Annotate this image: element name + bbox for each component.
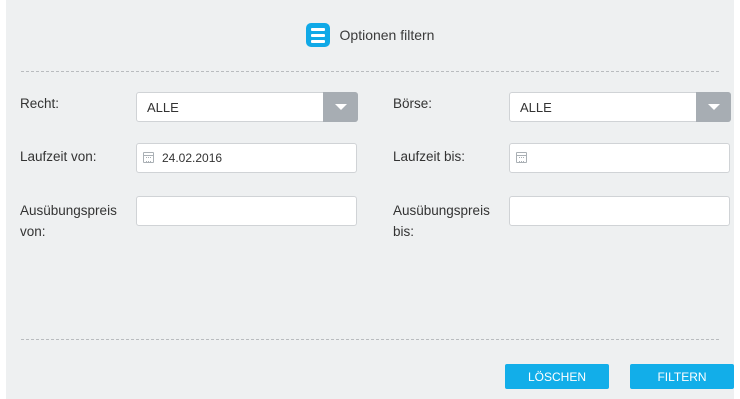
calendar-icon <box>143 152 154 163</box>
laufzeit-von-value: 24.02.2016 <box>162 151 223 165</box>
calendar-icon <box>516 152 527 163</box>
laufzeit-von-input[interactable]: 24.02.2016 <box>136 143 357 173</box>
laufzeit-bis-input[interactable] <box>509 143 730 173</box>
filter-panel: Optionen filtern Recht: ALLE Börse: ALLE… <box>6 0 734 399</box>
top-divider <box>21 71 719 72</box>
boerse-select-value: ALLE <box>520 100 552 115</box>
chevron-down-icon[interactable] <box>323 92 358 122</box>
page-title: Optionen filtern <box>339 27 435 43</box>
preis-bis-input[interactable] <box>509 196 730 226</box>
bottom-divider <box>21 339 719 340</box>
preis-bis-label-line1: Ausübungspreis <box>393 203 490 218</box>
filter-header: Optionen filtern <box>6 0 734 72</box>
boerse-select[interactable]: ALLE <box>509 92 731 122</box>
clear-button[interactable]: LÖSCHEN <box>505 364 609 389</box>
recht-label: Recht: <box>20 96 60 111</box>
preis-von-label: Ausübungspreis von: <box>20 202 135 241</box>
recht-select-value: ALLE <box>147 100 179 115</box>
preis-von-label-line2: von: <box>20 224 46 239</box>
laufzeit-von-label: Laufzeit von: <box>20 149 97 164</box>
preis-von-input[interactable] <box>136 196 357 226</box>
filter-button[interactable]: FILTERN <box>630 364 734 389</box>
laufzeit-bis-label: Laufzeit bis: <box>393 149 466 164</box>
recht-select[interactable]: ALLE <box>136 92 358 122</box>
preis-bis-label-line2: bis: <box>393 224 415 239</box>
chevron-down-icon[interactable] <box>696 92 731 122</box>
preis-von-label-line1: Ausübungspreis <box>20 203 117 218</box>
boerse-label: Börse: <box>393 96 433 111</box>
preis-bis-label: Ausübungspreis bis: <box>393 202 508 241</box>
menu-icon <box>305 23 330 47</box>
